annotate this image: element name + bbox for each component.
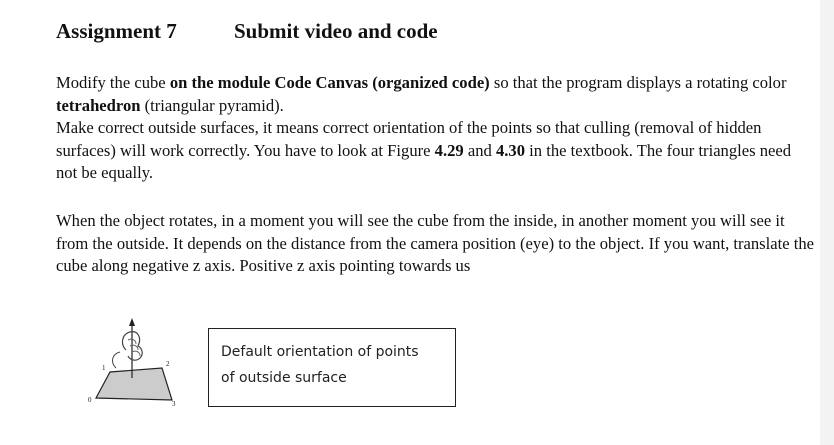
vertex-label-1: 1: [102, 364, 106, 372]
assignment-title: Assignment 7: [56, 19, 177, 43]
note-line-1: Default orientation of points: [221, 344, 419, 360]
instr-text-5: and: [463, 140, 496, 160]
instructions-paragraph: Modify the cube on the module Code Canva…: [56, 72, 814, 185]
scrollbar-gutter: [820, 0, 834, 445]
instr-bold-fig-430: 4.30: [495, 140, 526, 160]
surface-face: [95, 367, 173, 401]
instr-bold-fig-429: 4.29: [434, 140, 464, 160]
note-line-2: of outside surface: [221, 370, 347, 386]
vertex-label-2: 2: [166, 360, 170, 368]
instr-text-2: so that the program displays a rotating …: [489, 73, 787, 92]
vertex-label-3: 3: [172, 400, 176, 406]
submit-title: Submit video and code: [234, 19, 438, 43]
normal-arrow-head: [129, 318, 135, 326]
rotation-arrow-icon: [112, 351, 121, 369]
orientation-note-box: Default orientation of points of outside…: [208, 328, 456, 407]
instr-text-3: (triangular pyramid).: [140, 95, 284, 115]
instr-bold-module: on the module Code Canvas (organized cod…: [169, 73, 490, 92]
curl-finger-icon: [127, 338, 141, 357]
instr-bold-tetrahedron: tetrahedron: [56, 95, 141, 115]
vertex-label-0: 0: [88, 396, 92, 404]
rotation-paragraph: When the object rotates, in a moment you…: [56, 211, 814, 275]
instr-text-1: Modify the cube: [56, 73, 170, 92]
orientation-figure: 0 1 2 3: [88, 318, 176, 406]
